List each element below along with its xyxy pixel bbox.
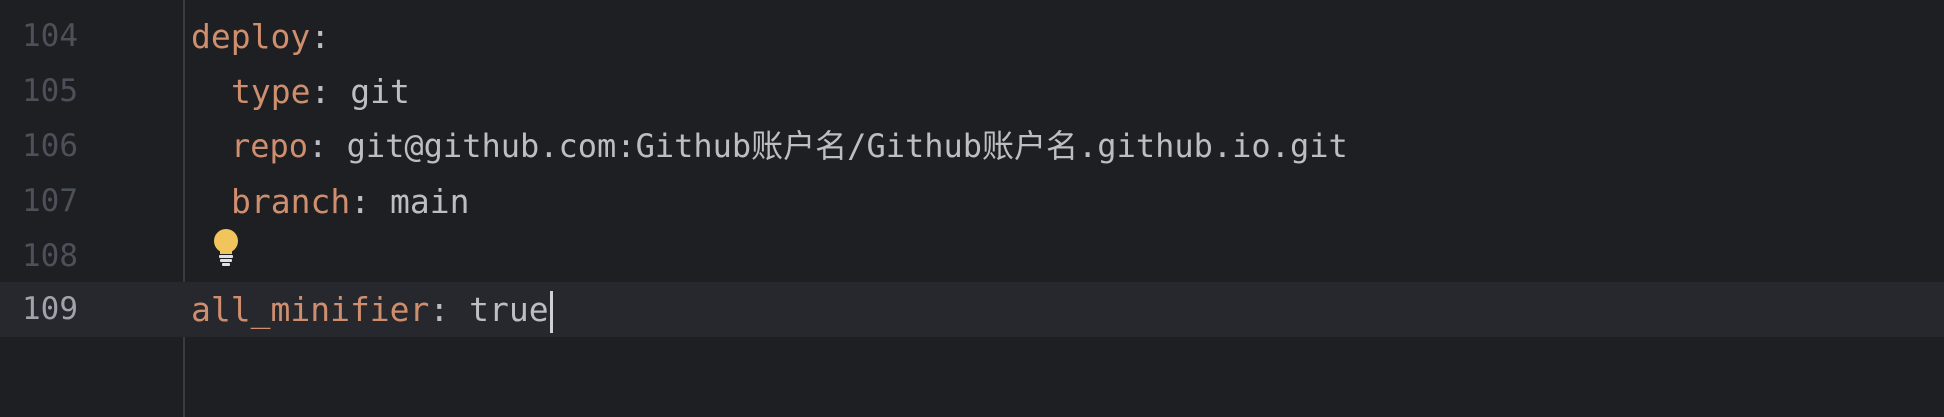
line-number[interactable]: 105 — [22, 64, 78, 119]
editor-line[interactable]: 104 deploy: — [0, 9, 1944, 64]
yaml-separator: : — [310, 72, 351, 111]
yaml-key: type — [231, 72, 311, 111]
yaml-separator: : — [350, 182, 390, 221]
line-number[interactable]: 109 — [22, 282, 78, 337]
editor-line[interactable]: 107 branch: main — [0, 174, 1944, 229]
code-text[interactable]: all_minifier: true — [191, 282, 553, 337]
editor-line[interactable]: 106 repo: git@github.com:Github账户名/Githu… — [0, 119, 1944, 174]
yaml-key: repo — [231, 127, 309, 165]
line-number[interactable]: 108 — [22, 229, 78, 284]
code-editor[interactable]: 104 deploy: 105 type: git 106 repo: git@… — [0, 0, 1944, 417]
yaml-key: deploy — [191, 17, 311, 56]
code-text[interactable]: type: git — [231, 64, 410, 119]
yaml-value: git — [350, 72, 410, 111]
line-number[interactable]: 106 — [22, 119, 78, 174]
line-number[interactable]: 104 — [22, 9, 78, 64]
lightbulb-icon[interactable] — [210, 227, 242, 267]
code-text[interactable]: branch: main — [231, 174, 469, 229]
code-text[interactable]: deploy: — [191, 9, 330, 64]
text-caret — [549, 290, 553, 333]
code-text[interactable]: repo: git@github.com:Github账户名/Github账户名… — [231, 119, 1348, 174]
yaml-separator: : — [308, 127, 347, 165]
yaml-separator: : — [310, 17, 331, 56]
editor-line[interactable]: 108 — [0, 229, 1944, 284]
yaml-separator: : — [429, 290, 470, 329]
yaml-value: main — [389, 182, 470, 221]
editor-line-current[interactable]: 109 all_minifier: true — [0, 282, 1944, 337]
line-number[interactable]: 107 — [22, 174, 78, 229]
editor-line[interactable]: 105 type: git — [0, 64, 1944, 119]
yaml-value: true — [469, 290, 549, 329]
yaml-value: git@github.com:Github账户名/Github账户名.githu… — [346, 127, 1348, 165]
yaml-key: all_minifier — [191, 290, 430, 329]
lightbulb-icon-svg — [214, 229, 238, 266]
yaml-key: branch — [231, 182, 351, 221]
